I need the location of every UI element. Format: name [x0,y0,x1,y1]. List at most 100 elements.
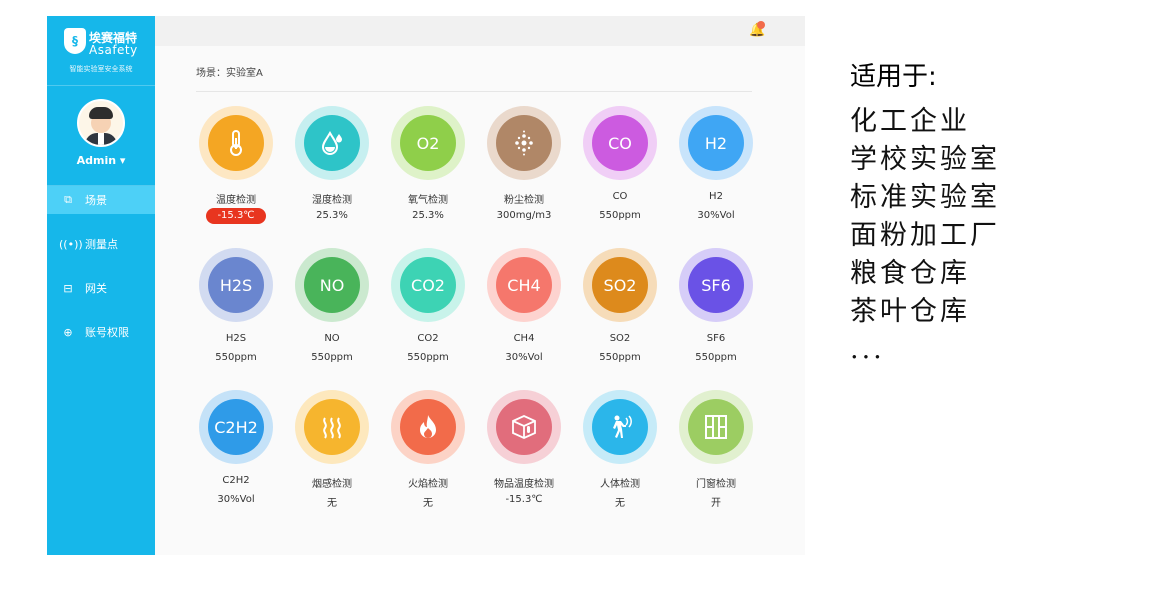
sensor-value: 300mg/m3 [496,210,552,221]
sidebar-item-measure-points[interactable]: ((•)) 测量点 [47,230,155,258]
sensor-symbol: CH4 [496,257,552,313]
signal-icon: ((•)) [59,237,83,251]
sensor-ring [583,390,657,464]
scenario-item: 粮食仓库 [850,258,970,289]
sensor-symbol: CO2 [400,257,456,313]
sensor-label: SO2 [609,333,631,344]
sensor-ring [391,390,465,464]
sensor-ring [199,106,273,180]
brand-logo: § 埃赛福特 Asafety 智能实验室安全系统 [47,16,155,86]
notification-bell-icon[interactable]: 🔔 [749,21,765,38]
sensor-label: C2H2 [222,475,250,486]
sensor-value: 30%Vol [697,210,735,221]
sensor-symbol: H2S [208,257,264,313]
sensor-symbol: O2 [400,115,456,171]
scene-icon: ⧉ [64,193,72,206]
sensor-value: 550ppm [599,210,641,221]
sensor-value: 无 [423,498,433,509]
sensor-ring [295,106,369,180]
notification-badge [757,21,765,29]
brand-name-en: Asafety [89,43,138,57]
sensor-label: 人体检测 [600,479,640,490]
sidebar-item-scene[interactable]: ⧉ 场景 [47,186,155,214]
droplet-icon [304,115,360,171]
sensor-symbol: CO [592,115,648,171]
sensor-symbol: NO [304,257,360,313]
sensor-value: 25.3% [412,210,444,221]
person-motion-icon [592,399,648,455]
avatar[interactable] [77,99,125,147]
applicable-scenarios: 适用于: 化工企业 学校实验室 标准实验室 面粉加工厂 粮食仓库 茶叶仓库... [850,56,1000,369]
sensor-symbol: C2H2 [208,399,264,455]
sensor-label: 温度检测 [216,195,256,206]
sensor-label: 湿度检测 [312,195,352,206]
sensor-label: CH4 [513,333,535,344]
sensor-label: SF6 [706,333,726,344]
sensor-value: 550ppm [695,352,737,363]
sensor-ring: C2H2 [199,390,273,464]
scenario-list: 化工企业 学校实验室 标准实验室 面粉加工厂 粮食仓库 茶叶仓库... [850,103,1000,369]
sidebar-item-label: 网关 [85,282,107,295]
sensor-ring [487,106,561,180]
shield-icon: § [64,28,86,54]
sensor-value: -15.3℃ [505,494,543,505]
sensor-label: 火焰检测 [408,479,448,490]
user-menu-dropdown[interactable]: Admin ▾ [47,154,155,167]
sensor-label: NO [324,333,340,344]
sensor-label: CO2 [417,333,439,344]
gateway-icon: ⊟ [63,281,73,295]
sensor-symbol: H2 [688,115,744,171]
box-temperature-icon [496,399,552,455]
dust-icon [496,115,552,171]
sensor-label: CO [612,191,628,202]
sensor-ring [679,390,753,464]
thermometer-icon [208,115,264,171]
divider [196,91,752,92]
sensor-label: 物品温度检测 [494,479,554,490]
sidebar-item-label: 测量点 [85,238,118,251]
brand-tagline: 智能实验室安全系统 [69,65,133,73]
sensor-ring: SF6 [679,248,753,322]
sidebar: § 埃赛福特 Asafety 智能实验室安全系统 Admin ▾ ⧉ 场景 ((… [47,16,155,555]
sidebar-item-account-permissions[interactable]: ⊕ 账号权限 [47,318,155,346]
sensor-label: 烟感检测 [312,479,352,490]
sensor-symbol: SF6 [688,257,744,313]
sensor-value: 550ppm [407,352,449,363]
sidebar-nav: ⧉ 场景 ((•)) 测量点 ⊟ 网关 ⊕ 账号权限 [47,186,155,346]
sensor-ring: CO [583,106,657,180]
sensor-value: 550ppm [215,352,257,363]
lock-icon: ⊕ [63,325,73,339]
sensor-value-alarm-badge: -15.3℃ [206,208,266,224]
sensor-label: 门窗检测 [696,479,736,490]
scenario-item: 化工企业 [850,106,970,137]
scenario-item: 学校实验室 [850,144,1000,175]
sensor-value: 开 [711,498,721,509]
applicable-heading: 适用于: [850,62,937,92]
flame-icon [400,399,456,455]
sensor-ring [295,390,369,464]
scenario-item: ... [850,334,885,365]
door-icon [688,399,744,455]
sensor-ring: H2S [199,248,273,322]
sensor-value: 30%Vol [217,494,255,505]
sensor-ring: CH4 [487,248,561,322]
main-panel: 🔔 场景：实验室A 温度检测 -15.3℃ 湿度检测 25.3% O2 氧气检测 25.3%… [155,16,805,555]
sensor-label: 氧气检测 [408,195,448,206]
sensor-symbol: SO2 [592,257,648,313]
sensor-ring: O2 [391,106,465,180]
sensor-ring: H2 [679,106,753,180]
sidebar-item-gateway[interactable]: ⊟ 网关 [47,274,155,302]
stage: § 埃赛福特 Asafety 智能实验室安全系统 Admin ▾ ⧉ 场景 ((… [0,0,1158,592]
sensor-value: 550ppm [311,352,353,363]
scenario-item: 面粉加工厂 [850,220,1000,251]
user-profile: Admin ▾ [47,86,155,186]
sensor-label: H2S [225,333,247,344]
breadcrumb: 场景：实验室A [196,68,263,79]
top-bar: 🔔 [155,16,805,46]
sensor-value: 550ppm [599,352,641,363]
sensor-value: 30%Vol [505,352,543,363]
sensor-value: 25.3% [316,210,348,221]
smoke-icon [304,399,360,455]
sensor-value: 无 [327,498,337,509]
sidebar-item-label: 账号权限 [85,326,129,339]
